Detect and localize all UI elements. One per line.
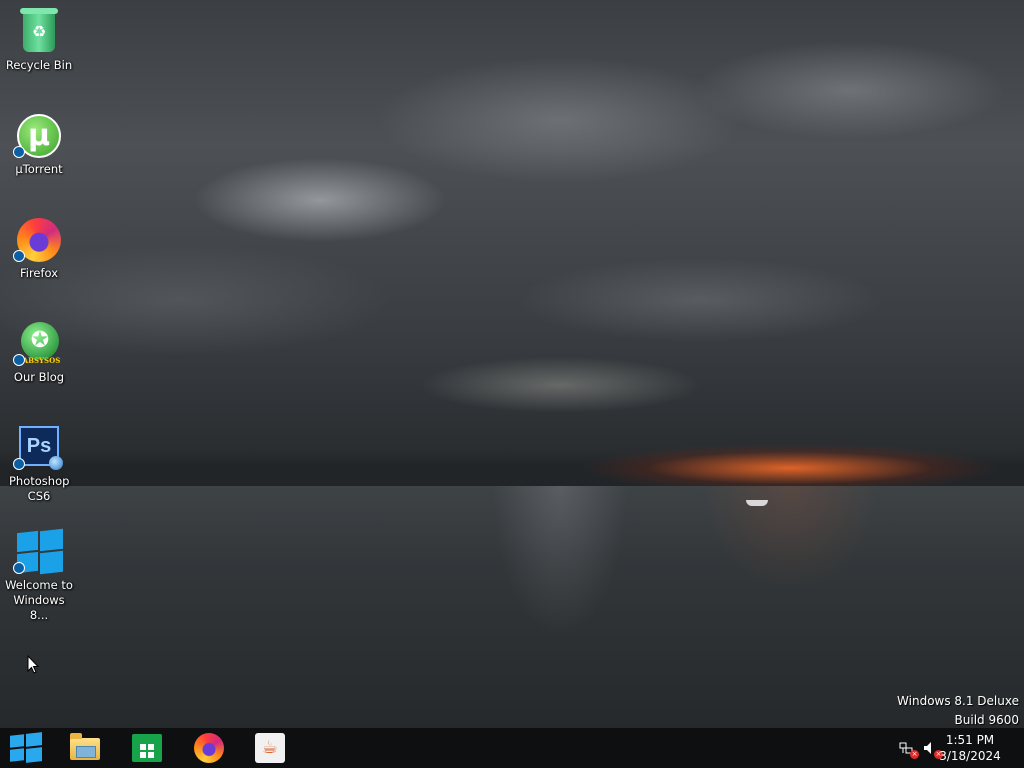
taskbar-java[interactable]: ☕ [244,728,296,768]
blog-icon: ✪ LABSYSOS [13,320,63,368]
sea [0,486,1024,728]
desktop-icon-label: Our Blog [13,370,65,384]
taskbar: ☕ × × 1:51 PM 3/18/2024 [0,728,1024,768]
watermark-edition: Windows 8.1 Deluxe [897,694,1019,708]
windows-watermark: Windows 8.1 Deluxe Build 9600 [897,692,1019,730]
shortcut-arrow-icon [13,458,25,470]
desktop-icon-label: Photoshop CS6 [9,474,70,503]
desktop-icon-label: µTorrent [15,162,63,176]
start-button[interactable] [0,728,52,768]
windows-logo-icon [13,528,63,576]
taskbar-file-explorer[interactable] [58,728,110,768]
desktop-icon-label: Welcome to Windows 8... [5,578,73,622]
desktop-icon-label: Firefox [19,266,59,280]
recycle-bin-icon: ♻ [15,8,63,56]
windows-logo-icon [10,732,42,763]
taskbar-firefox[interactable] [184,728,236,768]
mouse-cursor-icon [27,655,39,674]
desktop-icon-our-blog[interactable]: ✪ LABSYSOS Our Blog [2,314,76,385]
desktop-icon-welcome-windows[interactable]: Welcome to Windows 8... [2,522,76,623]
firefox-icon [194,733,224,763]
shortcut-arrow-icon [13,250,25,262]
desktop-icon-label: Recycle Bin [5,58,73,72]
boat [746,500,768,506]
shortcut-arrow-icon [13,562,25,574]
taskbar-clock[interactable]: 1:51 PM 3/18/2024 [930,732,1010,764]
java-icon: ☕ [255,733,285,763]
folder-icon [70,733,100,760]
desktop-icon-firefox[interactable]: Firefox [2,210,76,281]
photoshop-icon: Ps [13,424,63,472]
store-icon [132,734,162,762]
desktop-icon-photoshop[interactable]: Ps Photoshop CS6 [2,418,76,504]
desktop-icon-recycle-bin[interactable]: ♻ Recycle Bin [2,2,76,73]
desktop-wallpaper [0,0,1024,728]
desktop-icon-utorrent[interactable]: µ µTorrent [2,106,76,177]
shortcut-arrow-icon [13,354,25,366]
taskbar-store[interactable] [120,728,172,768]
firefox-icon [13,216,63,264]
clock-date: 3/18/2024 [939,749,1001,763]
network-disconnected-icon[interactable]: × [898,740,919,759]
clock-time: 1:51 PM [945,733,995,747]
utorrent-icon: µ [13,112,63,160]
shortcut-arrow-icon [13,146,25,158]
